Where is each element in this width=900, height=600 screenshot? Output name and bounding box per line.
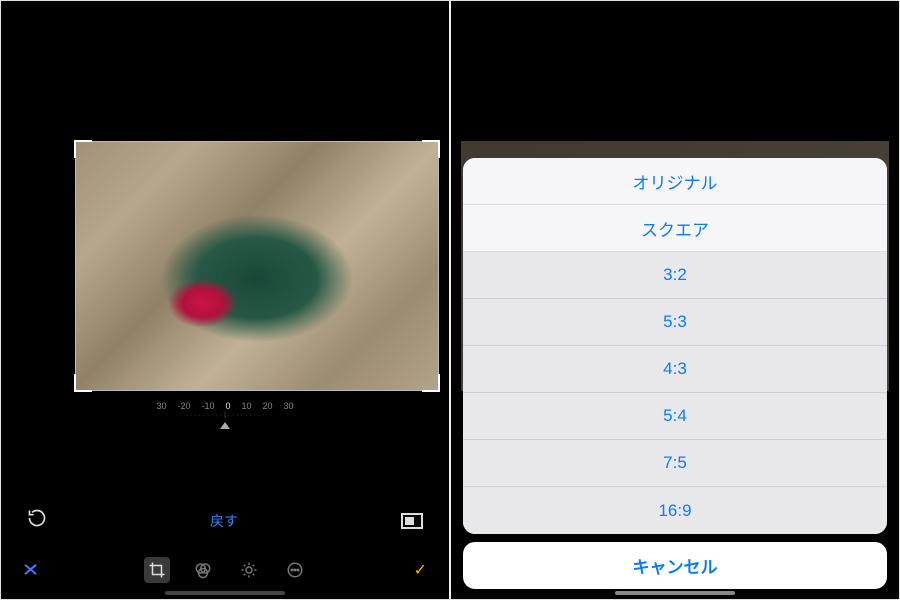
phone-left-crop-editor: 30 -20 -10 0 10 20 30 · · · · · · · · · … [1,1,449,599]
phone-right-aspect-sheet: オリジナル スクエア 3:2 5:3 4:3 5:4 7:5 16:9 キャンセ… [451,1,899,599]
aspect-option-square[interactable]: スクエア [463,205,887,252]
tab-adjust[interactable] [236,557,262,583]
tab-filters[interactable] [190,557,216,583]
rotate-ccw-icon [27,508,47,528]
aspect-option-16-9[interactable]: 16:9 [463,487,887,534]
aspect-ratio-button[interactable] [401,513,423,529]
adjust-icon [240,561,258,579]
screenshot-pair: 30 -20 -10 0 10 20 30 · · · · · · · · · … [0,0,900,600]
aspect-option-5-3[interactable]: 5:3 [463,299,887,346]
dial-ticks: · · · · · · · · · | · · · · · · · · · [186,412,265,419]
sheet-content: オリジナル スクエア 3:2 5:3 4:3 5:4 7:5 16:9 キャンセ… [451,1,899,599]
more-icon [286,561,304,579]
done-button[interactable]: ✓ [414,560,427,580]
crop-handle-top-left[interactable] [74,140,92,158]
aspect-option-5-4[interactable]: 5:4 [463,393,887,440]
aspect-option-3-2[interactable]: 3:2 [463,252,887,299]
home-indicator [165,591,285,595]
crop-handle-top-right[interactable] [422,140,440,158]
crop-handle-bottom-right[interactable] [422,374,440,392]
checkmark-icon: ✓ [414,562,427,579]
bottom-toolbar: ✕ ✓ [1,557,449,583]
tab-more[interactable] [282,557,308,583]
edit-mode-tabs [144,557,308,583]
crop-toolbar: 戻す [1,508,449,533]
straighten-dial[interactable]: 30 -20 -10 0 10 20 30 · · · · · · · · · … [1,401,449,429]
aspect-option-7-5[interactable]: 7:5 [463,440,887,487]
aspect-option-4-3[interactable]: 4:3 [463,346,887,393]
filters-icon [194,561,212,579]
rotate-button[interactable] [27,508,47,533]
crop-icon [148,561,166,579]
dial-center-marker-icon [220,422,230,429]
reset-button[interactable]: 戻す [210,511,238,531]
tab-crop[interactable] [144,557,170,583]
photo-preview [76,142,438,390]
close-icon: ✕ [21,560,39,580]
dial-tick-labels: 30 -20 -10 0 10 20 30 [156,401,293,411]
crop-frame[interactable] [75,141,439,391]
aspect-option-original[interactable]: オリジナル [463,158,887,205]
cancel-button[interactable]: ✕ [21,560,39,581]
sheet-cancel-button[interactable]: キャンセル [463,542,887,589]
aspect-ratio-options: オリジナル スクエア 3:2 5:3 4:3 5:4 7:5 16:9 [463,158,887,534]
action-sheet: オリジナル スクエア 3:2 5:3 4:3 5:4 7:5 16:9 キャンセ… [463,158,887,589]
crop-handle-bottom-left[interactable] [74,374,92,392]
editor-content: 30 -20 -10 0 10 20 30 · · · · · · · · · … [1,1,449,599]
home-indicator [615,591,735,595]
